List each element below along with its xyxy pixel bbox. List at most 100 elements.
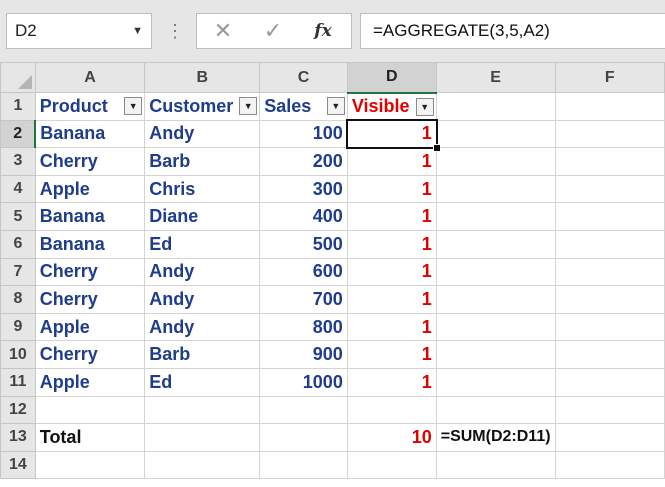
- cell-visible[interactable]: 1: [346, 229, 437, 259]
- cell[interactable]: [435, 285, 556, 314]
- cell-sales[interactable]: 500: [259, 229, 348, 259]
- row-header[interactable]: 9: [0, 312, 36, 342]
- column-header-e[interactable]: E: [435, 62, 556, 93]
- header-sales[interactable]: Sales ▼: [259, 92, 348, 121]
- header-product[interactable]: Product ▼: [34, 92, 146, 121]
- cell[interactable]: [144, 395, 261, 425]
- dropdown-arrow-icon[interactable]: ▼: [132, 14, 143, 48]
- column-header-f[interactable]: F: [554, 62, 665, 93]
- filter-dropdown-icon[interactable]: ▼: [239, 97, 258, 115]
- cell-sales[interactable]: 100: [259, 119, 348, 149]
- row-header[interactable]: 11: [0, 367, 36, 397]
- cell-customer[interactable]: Ed: [144, 229, 261, 259]
- cell[interactable]: [554, 92, 665, 121]
- cell[interactable]: [554, 367, 665, 397]
- cell-visible[interactable]: 1: [346, 285, 437, 314]
- cell[interactable]: [259, 423, 348, 452]
- cell[interactable]: [34, 450, 146, 480]
- cell-sales[interactable]: 900: [259, 340, 348, 369]
- total-value[interactable]: 10: [346, 423, 437, 452]
- cell-product[interactable]: Cherry: [34, 257, 146, 287]
- row-header[interactable]: 4: [0, 174, 36, 204]
- cell-customer[interactable]: Diane: [144, 202, 261, 231]
- cell[interactable]: [554, 147, 665, 176]
- cell[interactable]: [144, 450, 261, 480]
- column-header-d[interactable]: D: [346, 62, 437, 94]
- filter-dropdown-icon[interactable]: ▼: [415, 97, 434, 116]
- cell-sales[interactable]: 400: [259, 202, 348, 231]
- cell[interactable]: [435, 450, 556, 480]
- cell-customer[interactable]: Chris: [144, 174, 261, 204]
- cell-customer[interactable]: Andy: [144, 119, 261, 149]
- cell-customer[interactable]: Barb: [144, 147, 261, 176]
- row-header[interactable]: 6: [0, 229, 36, 259]
- cell-sales[interactable]: 600: [259, 257, 348, 287]
- cell[interactable]: [34, 395, 146, 425]
- active-cell[interactable]: 1: [345, 118, 441, 153]
- column-header-c[interactable]: C: [259, 62, 348, 93]
- total-formula-note[interactable]: =SUM(D2:D11): [435, 423, 556, 452]
- cell-product[interactable]: Banana: [34, 229, 146, 259]
- cell[interactable]: [554, 312, 665, 342]
- cell[interactable]: [259, 395, 348, 425]
- cell[interactable]: [554, 423, 665, 452]
- row-header[interactable]: 14: [0, 450, 36, 480]
- row-header[interactable]: 3: [0, 147, 36, 176]
- cell[interactable]: [554, 174, 665, 204]
- cell-visible[interactable]: 1: [346, 174, 437, 204]
- cell[interactable]: [435, 395, 556, 425]
- header-customer[interactable]: Customer ▼: [144, 92, 261, 121]
- name-box[interactable]: D2 ▼: [6, 13, 152, 49]
- header-visible[interactable]: Visible ▼: [346, 92, 437, 121]
- cell[interactable]: [144, 423, 261, 452]
- cell[interactable]: [346, 450, 437, 480]
- row-header[interactable]: 1: [0, 92, 36, 121]
- cell-visible[interactable]: 1: [346, 257, 437, 287]
- cell[interactable]: [554, 257, 665, 287]
- filter-dropdown-icon[interactable]: ▼: [326, 97, 345, 115]
- cell[interactable]: [435, 202, 556, 231]
- row-header[interactable]: 2: [0, 119, 37, 149]
- row-header[interactable]: 5: [0, 202, 36, 231]
- cell[interactable]: [259, 450, 348, 480]
- total-label[interactable]: Total: [34, 423, 146, 452]
- cell[interactable]: [435, 312, 556, 342]
- cell[interactable]: [554, 340, 665, 369]
- row-header[interactable]: 10: [0, 340, 36, 369]
- cell[interactable]: [554, 229, 665, 259]
- select-all-button[interactable]: [0, 62, 36, 93]
- cell-product[interactable]: Cherry: [34, 340, 146, 369]
- cell-sales[interactable]: 200: [259, 147, 348, 176]
- cell-product[interactable]: Cherry: [34, 147, 146, 176]
- cell[interactable]: [435, 119, 556, 149]
- enter-check-icon[interactable]: ✓: [253, 14, 293, 48]
- cell-product[interactable]: Banana: [34, 119, 146, 149]
- cell[interactable]: [435, 92, 556, 121]
- cell-visible[interactable]: 1: [346, 367, 437, 397]
- cell-sales[interactable]: 700: [259, 285, 348, 314]
- column-header-b[interactable]: B: [144, 62, 261, 93]
- cell[interactable]: [435, 367, 556, 397]
- formula-input[interactable]: =AGGREGATE(3,5,A2): [360, 13, 665, 49]
- cell[interactable]: [346, 395, 437, 425]
- cell[interactable]: [554, 285, 665, 314]
- cell-visible[interactable]: 1: [346, 312, 437, 342]
- cell-customer[interactable]: Ed: [144, 367, 261, 397]
- row-header[interactable]: 13: [0, 423, 36, 452]
- cell[interactable]: [554, 395, 665, 425]
- column-header-a[interactable]: A: [34, 62, 146, 93]
- cell-customer[interactable]: Andy: [144, 312, 261, 342]
- cell-product[interactable]: Banana: [34, 202, 146, 231]
- cell-product[interactable]: Apple: [34, 174, 146, 204]
- cell-product[interactable]: Apple: [34, 312, 146, 342]
- cell-visible[interactable]: 1: [346, 202, 437, 231]
- row-header[interactable]: 12: [0, 395, 36, 425]
- cell[interactable]: [435, 147, 556, 176]
- cell-customer[interactable]: Andy: [144, 285, 261, 314]
- cell[interactable]: [435, 340, 556, 369]
- cell-product[interactable]: Cherry: [34, 285, 146, 314]
- cell[interactable]: [554, 202, 665, 231]
- cell[interactable]: [435, 174, 556, 204]
- cell[interactable]: [554, 119, 665, 149]
- insert-function-icon[interactable]: fx: [303, 14, 343, 48]
